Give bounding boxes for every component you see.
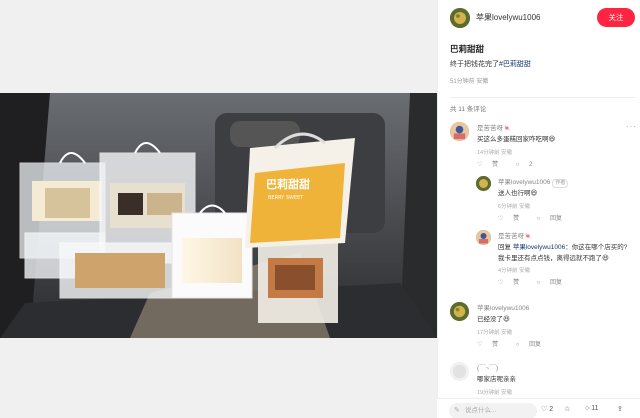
comment-list: 是苦苦呀🍬 ··· 买这么多蛋糕回家咋吃啊😆 14分钟前 安徽 ♡ 赞 ○ 2 … bbox=[438, 0, 640, 418]
reply-button[interactable]: ○ 回复 bbox=[537, 213, 570, 222]
pen-icon: ✎ bbox=[454, 407, 460, 414]
comment-item: 是苦苦呀🍬 ··· 买这么多蛋糕回家咋吃啊😆 14分钟前 安徽 ♡ 赞 ○ 2 bbox=[450, 122, 637, 172]
comment-actions: ♡ 赞 ○ 2 bbox=[477, 159, 548, 168]
comment-meta: 6分钟前 安徽 bbox=[498, 204, 531, 210]
comment-meta: 17分钟前 安徽 bbox=[477, 330, 513, 336]
comment-button[interactable]: ○ 11 bbox=[585, 405, 598, 412]
like-label: 赞 bbox=[492, 342, 499, 348]
share-icon: ⇪ bbox=[617, 406, 623, 413]
commenter-avatar[interactable] bbox=[476, 176, 491, 191]
comment-input-placeholder: 说点什么... bbox=[465, 407, 497, 414]
more-icon[interactable]: ··· bbox=[626, 122, 637, 131]
bag-brand-en-text: BERRY SWEET bbox=[268, 195, 304, 201]
star-icon: ☆ bbox=[564, 406, 571, 413]
media-pane: 巴莉甜甜 BERRY SWEET bbox=[0, 0, 437, 418]
comment-text-line2: 我卡里还有点点钱，离得远就不跑了😆 bbox=[498, 255, 609, 262]
comment-actions: ♡ 赞 ○ 回复 bbox=[498, 277, 578, 286]
comment-meta: 19分钟前 安徽 bbox=[477, 390, 513, 396]
comment-meta: 4分钟前 安徽 bbox=[498, 268, 531, 274]
heart-icon: ♡ bbox=[477, 342, 483, 348]
comment-text: 买这么多蛋糕回家咋吃啊😆 bbox=[477, 136, 556, 143]
like-button[interactable]: ♡ 赞 bbox=[498, 277, 527, 286]
reply-button[interactable]: ○ 回复 bbox=[516, 339, 549, 348]
commenter-name[interactable]: (￣~￣) bbox=[477, 362, 498, 372]
reply-item: 苹果lovelywu1006 作者 送人也行啊😆 6分钟前 安徽 ♡ 赞 ○ 回复 bbox=[476, 176, 635, 224]
comment-input[interactable]: ✎ 说点什么... bbox=[449, 403, 537, 418]
like-button[interactable]: ♡ 赞 bbox=[498, 213, 527, 222]
comment-bubble-icon: ○ bbox=[515, 162, 520, 168]
comment-actions: ♡ 赞 ○ 回复 bbox=[498, 213, 578, 222]
heart-icon: ♡ bbox=[498, 216, 504, 222]
commenter-name-text: 苹果lovelywu1006 bbox=[498, 179, 551, 186]
like-post-button[interactable]: ♡ 2 bbox=[541, 405, 553, 413]
bag-brand-text: 巴莉甜甜 bbox=[266, 177, 310, 191]
reply-label: 回复 bbox=[550, 216, 563, 222]
like-label: 赞 bbox=[513, 280, 520, 286]
commenter-avatar[interactable] bbox=[450, 302, 469, 321]
commenter-avatar[interactable] bbox=[450, 122, 469, 141]
cake-boxes-in-car-trunk-image: 巴莉甜甜 BERRY SWEET bbox=[0, 93, 437, 338]
bottom-input-bar: ✎ 说点什么... ♡ 2 ☆ ○ 11 ⇪ bbox=[437, 398, 640, 418]
reply-item: 是苦苦呀🍬 回复 苹果lovelywu1006：你这在哪个店买的? 我卡里还有点… bbox=[476, 230, 635, 288]
comment-count-badge: 11 bbox=[591, 405, 599, 412]
share-button[interactable]: ⇪ bbox=[617, 405, 623, 413]
reply-button[interactable]: ○ 回复 bbox=[537, 277, 570, 286]
reply-count: 2 bbox=[529, 162, 533, 168]
comment-text: 哪家店呢亲亲 bbox=[477, 376, 516, 383]
like-count: 2 bbox=[549, 406, 554, 413]
like-button[interactable]: ♡ 赞 bbox=[477, 339, 506, 348]
comment-meta: 14分钟前 安徽 bbox=[477, 150, 513, 156]
commenter-avatar[interactable] bbox=[476, 230, 491, 245]
commenter-avatar[interactable] bbox=[450, 362, 469, 381]
commenter-name[interactable]: 苹果lovelywu1006 bbox=[477, 302, 529, 312]
comment-item: (￣~￣) 哪家店呢亲亲 19分钟前 安徽 bbox=[450, 362, 635, 396]
author-badge: 作者 bbox=[552, 179, 569, 188]
like-label: 赞 bbox=[492, 162, 499, 168]
heart-icon: ♡ bbox=[541, 406, 548, 413]
mention-link[interactable]: 苹果lovelywu1006 bbox=[513, 244, 565, 251]
commenter-name[interactable]: 是苦苦呀🍬 bbox=[477, 122, 511, 132]
comment-bubble-icon: ○ bbox=[515, 342, 520, 348]
reply-label: 回复 bbox=[550, 280, 563, 286]
heart-icon: ♡ bbox=[498, 280, 504, 286]
comment-bubble-icon: ○ bbox=[536, 280, 541, 286]
comment-text-rest: ：你这在哪个店买的? bbox=[565, 244, 628, 251]
reply-count-button[interactable]: ○ 2 bbox=[516, 162, 541, 168]
comment-actions: ♡ 赞 ○ 回复 bbox=[477, 339, 557, 348]
comment-item: 苹果lovelywu1006 已经没了😆 17分钟前 安徽 ♡ 赞 ○ 回复 bbox=[450, 302, 635, 348]
like-button[interactable]: ♡ 赞 bbox=[477, 159, 506, 168]
like-label: 赞 bbox=[513, 216, 520, 222]
heart-icon: ♡ bbox=[477, 162, 483, 168]
comment-bubble-icon: ○ bbox=[536, 216, 541, 222]
comment-text: 送人也行啊😆 bbox=[498, 190, 538, 197]
reply-label: 回复 bbox=[529, 342, 542, 348]
comment-bubble-icon: ○ bbox=[585, 405, 590, 412]
reply-prefix: 回复 bbox=[498, 244, 513, 251]
post-photo[interactable]: 巴莉甜甜 BERRY SWEET bbox=[0, 93, 437, 338]
comment-text: 回复 苹果lovelywu1006：你这在哪个店买的? bbox=[498, 241, 627, 251]
comment-text: 已经没了😆 bbox=[477, 316, 510, 323]
collect-button[interactable]: ☆ bbox=[564, 405, 570, 413]
commenter-name[interactable]: 是苦苦呀🍬 bbox=[498, 230, 532, 240]
post-side-panel: 苹果lovelywu1006 关注 巴莉甜甜 终于把钱花完了#巴莉甜甜 51分钟… bbox=[437, 0, 640, 418]
